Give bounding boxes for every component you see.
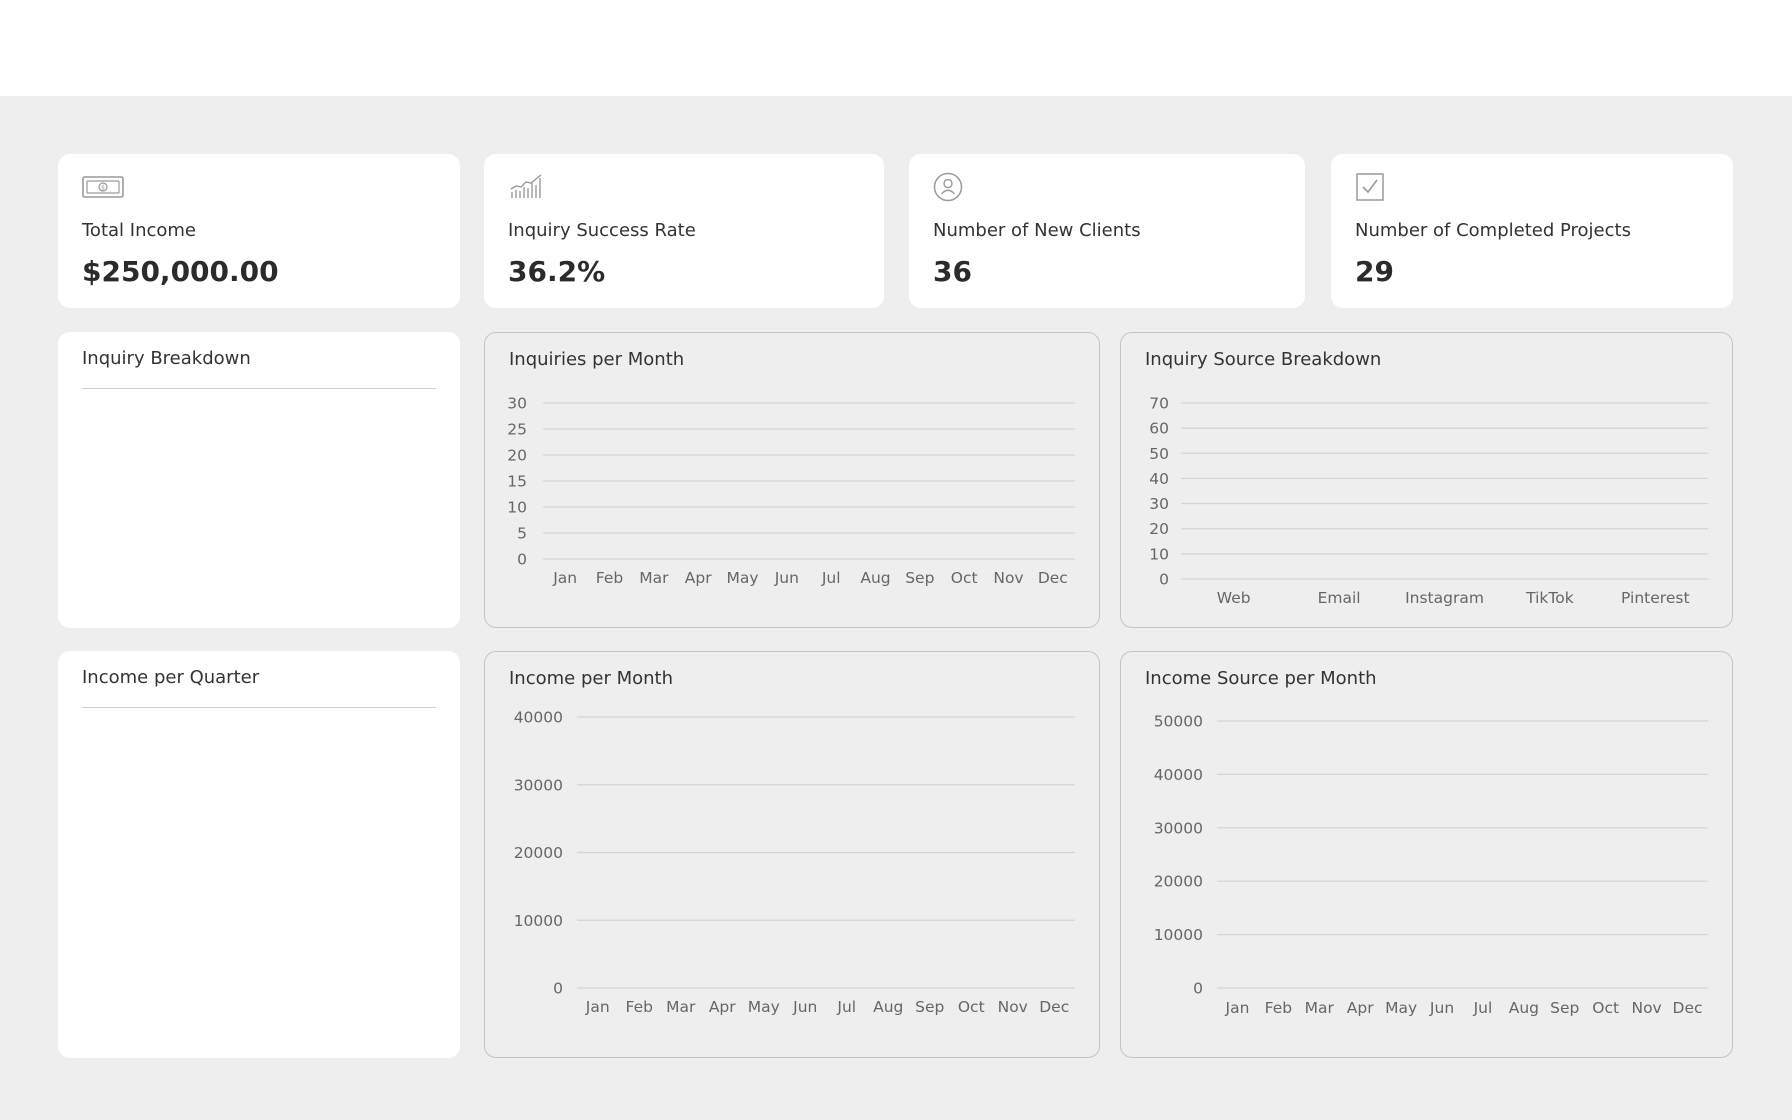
x-tick-label: Jun xyxy=(774,569,799,587)
income-per-month-chart: Income per Month 0 10000 20000 30000 40000 Ja… xyxy=(484,651,1100,1058)
inquiry-breakdown-divider xyxy=(82,388,436,389)
x-tick-label: Feb xyxy=(626,998,653,1016)
x-tick-label: Oct xyxy=(951,569,978,587)
banknote-icon: $ xyxy=(82,176,124,198)
inquiry-success-rate-value: 36.2% xyxy=(508,255,606,288)
y-tick-label: 10 xyxy=(1149,545,1169,563)
income-per-month-plot: 0 10000 20000 30000 40000 Jan Feb Mar Apr May Jun J… xyxy=(514,709,1075,1016)
y-tick-label: 10000 xyxy=(514,912,563,930)
y-tick-label: 0 xyxy=(517,551,527,569)
checkbox-icon xyxy=(1356,173,1384,201)
y-tick-label: 70 xyxy=(1149,395,1169,413)
total-income-card: $ Total Income $250,000.00 xyxy=(58,154,460,308)
y-tick-label: 30000 xyxy=(1154,819,1203,837)
income-per-quarter-panel: Income per Quarter xyxy=(58,651,460,1058)
y-tick-label: 0 xyxy=(1159,571,1169,589)
x-tick-label: Email xyxy=(1318,589,1361,607)
x-tick-label: Jun xyxy=(1429,999,1454,1017)
x-tick-label: Apr xyxy=(709,998,736,1016)
user-circle-icon xyxy=(933,172,963,202)
x-tick-label: Jul xyxy=(821,569,841,587)
inquiry-source-breakdown-chart: Inquiry Source Breakdown 0 10 20 30 40 50 60 70… xyxy=(1120,332,1733,628)
x-tick-label: Nov xyxy=(1631,999,1661,1017)
income-source-per-month-chart: Income Source per Month 0 10000 20000 30000… xyxy=(1120,651,1733,1058)
y-tick-label: 20000 xyxy=(514,844,563,862)
inquiry-success-rate-label: Inquiry Success Rate xyxy=(508,220,696,241)
total-income-value: $250,000.00 xyxy=(82,255,279,288)
x-tick-label: Dec xyxy=(1038,569,1068,587)
x-tick-label: Feb xyxy=(596,569,623,587)
x-tick-label: Jul xyxy=(836,998,856,1016)
y-tick-label: 50 xyxy=(1149,445,1169,463)
y-tick-label: 5 xyxy=(517,525,527,543)
x-tick-label: Sep xyxy=(1550,999,1579,1017)
completed-projects-label: Number of Completed Projects xyxy=(1355,220,1631,241)
x-tick-label: Nov xyxy=(998,998,1028,1016)
inquiries-per-month-plot: 0 5 10 15 20 25 30 Jan Feb Mar Apr May Jun Jul Aug Sep O… xyxy=(507,395,1075,587)
y-tick-label: 60 xyxy=(1149,420,1169,438)
new-clients-value: 36 xyxy=(933,255,972,288)
y-tick-label: 10 xyxy=(507,499,527,517)
y-tick-label: 30 xyxy=(507,395,527,413)
y-tick-label: 10000 xyxy=(1154,926,1203,944)
x-tick-label: Nov xyxy=(993,569,1023,587)
x-tick-label: May xyxy=(726,569,758,587)
x-tick-label: Jan xyxy=(552,569,577,587)
x-tick-label: Aug xyxy=(860,569,890,587)
growth-chart-icon xyxy=(510,174,542,198)
x-tick-label: Mar xyxy=(1305,999,1335,1017)
total-income-label: Total Income xyxy=(82,220,196,241)
x-tick-label: Mar xyxy=(639,569,669,587)
x-tick-label: May xyxy=(1385,999,1417,1017)
x-tick-label: Aug xyxy=(873,998,903,1016)
new-clients-label: Number of New Clients xyxy=(933,220,1141,241)
completed-projects-value: 29 xyxy=(1355,255,1394,288)
inquiry-source-breakdown-plot: 0 10 20 30 40 50 60 70 Web Email Instagram TikTok Pi… xyxy=(1149,395,1708,607)
x-tick-label: Aug xyxy=(1509,999,1539,1017)
svg-text:$: $ xyxy=(101,185,105,192)
income-per-quarter-divider xyxy=(82,707,436,708)
x-tick-label: Feb xyxy=(1265,999,1292,1017)
x-tick-label: Jan xyxy=(585,998,610,1016)
inquiry-breakdown-panel: Inquiry Breakdown xyxy=(58,332,460,628)
x-tick-label: Pinterest xyxy=(1621,589,1689,607)
inquiries-per-month-chart: Inquiries per Month 0 5 10 15 20 25 30 Jan Feb Ma… xyxy=(484,332,1100,628)
x-tick-label: May xyxy=(748,998,780,1016)
x-tick-label: Web xyxy=(1217,589,1251,607)
income-source-per-month-plot: 0 10000 20000 30000 40000 50000 Jan Feb Mar Apr Ma… xyxy=(1154,713,1708,1017)
inquiry-breakdown-title: Inquiry Breakdown xyxy=(82,348,251,369)
x-tick-label: Jan xyxy=(1225,999,1250,1017)
new-clients-card: Number of New Clients 36 xyxy=(909,154,1305,308)
completed-projects-card: Number of Completed Projects 29 xyxy=(1331,154,1733,308)
x-tick-label: Jun xyxy=(792,998,817,1016)
x-tick-label: Apr xyxy=(1347,999,1374,1017)
income-per-quarter-title: Income per Quarter xyxy=(82,667,260,688)
y-tick-label: 30 xyxy=(1149,495,1169,513)
x-tick-label: Dec xyxy=(1039,998,1069,1016)
x-tick-label: Apr xyxy=(685,569,712,587)
x-tick-label: Dec xyxy=(1673,999,1703,1017)
y-tick-label: 15 xyxy=(507,473,527,491)
y-tick-label: 0 xyxy=(1193,980,1203,998)
x-tick-label: Sep xyxy=(905,569,934,587)
x-tick-label: Oct xyxy=(958,998,985,1016)
x-tick-label: Mar xyxy=(666,998,696,1016)
y-tick-label: 20000 xyxy=(1154,873,1203,891)
y-tick-label: 20 xyxy=(507,447,527,465)
y-tick-label: 25 xyxy=(507,421,527,439)
y-tick-label: 20 xyxy=(1149,520,1169,538)
x-tick-label: Instagram xyxy=(1405,589,1484,607)
y-tick-label: 40000 xyxy=(1154,766,1203,784)
y-tick-label: 30000 xyxy=(514,776,563,794)
x-tick-label: Oct xyxy=(1592,999,1619,1017)
y-tick-label: 50000 xyxy=(1154,713,1203,731)
inquiry-success-rate-card: Inquiry Success Rate 36.2% xyxy=(484,154,884,308)
x-tick-label: TikTok xyxy=(1525,589,1574,607)
y-tick-label: 40000 xyxy=(514,709,563,727)
y-tick-label: 40 xyxy=(1149,470,1169,488)
x-tick-label: Jul xyxy=(1473,999,1493,1017)
x-tick-label: Sep xyxy=(915,998,944,1016)
top-bar xyxy=(0,0,1792,96)
y-tick-label: 0 xyxy=(553,980,563,998)
